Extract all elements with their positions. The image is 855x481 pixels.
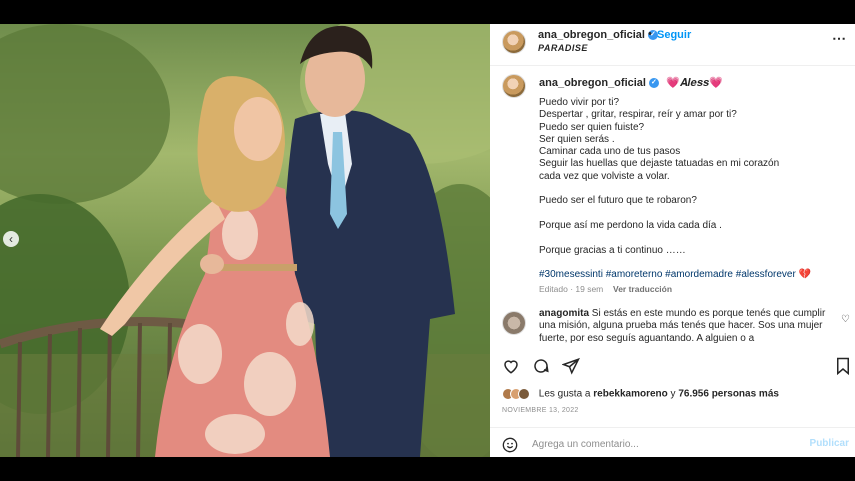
caption-blank — [539, 257, 849, 269]
heart-icon[interactable] — [502, 357, 520, 380]
caption-blank — [539, 232, 849, 244]
likes-count[interactable]: 76.956 personas más — [678, 389, 779, 400]
likes-connector: y — [670, 388, 676, 400]
bookmark-icon[interactable] — [835, 357, 851, 380]
caption-tag: 💗𝑨𝒍𝒆𝒔𝒔💗 — [666, 77, 723, 89]
location-label[interactable]: PARADISE — [538, 43, 588, 53]
commenter-username[interactable]: anagomita — [539, 308, 589, 319]
caption-hashtags[interactable]: #30mesessinti #amoreterno #amordemadre #… — [539, 269, 849, 281]
comment-icon[interactable] — [532, 357, 550, 380]
author-username-text[interactable]: ana_obregon_oficial — [538, 29, 645, 41]
chevron-left-icon: ‹ — [9, 232, 13, 246]
liker-avatar — [518, 388, 530, 400]
caption-header: ana_obregon_oficial ✓ 💗𝑨𝒍𝒆𝒔𝒔💗 — [539, 76, 723, 90]
likes-summary: Les gusta a rebekkamoreno y 76.956 perso… — [502, 388, 779, 400]
post-header: ana_obregon_oficial ✓ • Seguir PARADISE ⋯ — [490, 24, 855, 66]
share-icon[interactable] — [561, 357, 580, 380]
post-frame: ‹ ana_obregon_oficial ✓ • Seguir PARADISE… — [0, 24, 855, 457]
caption-username[interactable]: ana_obregon_oficial — [539, 77, 646, 89]
author-username[interactable]: ana_obregon_oficial ✓ — [538, 29, 658, 41]
caption-line: Ser quien serás . — [539, 133, 615, 145]
more-options-icon[interactable]: ⋯ — [832, 30, 847, 47]
caption-line: Caminar cada uno de tus pasos — [539, 146, 681, 158]
action-bar — [490, 357, 855, 379]
caption-line: Puedo ser quien fuiste? — [539, 121, 645, 133]
caption-line: Seguir las huellas que dejaste tatuadas … — [539, 158, 780, 170]
commenter-avatar[interactable] — [502, 311, 526, 335]
caption-blank — [539, 208, 849, 220]
comment-input[interactable] — [530, 434, 794, 454]
post-side-panel: ana_obregon_oficial ✓ • Seguir PARADISE ⋯… — [490, 24, 855, 457]
separator-dot: • — [648, 28, 652, 40]
caption-line: Porque gracias a ti continuo …… — [539, 244, 686, 256]
caption-line: Porque así me perdono la vida cada día . — [539, 219, 722, 231]
caption-line: Puedo vivir por ti? — [539, 97, 620, 108]
add-comment-bar: Publicar — [490, 427, 855, 458]
follow-button[interactable]: Seguir — [657, 29, 691, 41]
verified-badge-icon: ✓ — [648, 78, 659, 89]
author-avatar[interactable] — [502, 30, 526, 54]
caption-line: Puedo ser el futuro que te robaron? — [539, 195, 697, 207]
comment-item: anagomita Si estás en este mundo es porq… — [539, 308, 839, 345]
caption-line: cada vez que volviste a volar. — [539, 170, 670, 182]
caption-text: Puedo vivir por ti? Despertar , gritar, … — [539, 97, 849, 281]
emoji-icon[interactable] — [502, 437, 518, 456]
caption-blank — [539, 183, 849, 195]
caption-avatar[interactable] — [502, 74, 526, 98]
post-photo[interactable]: ‹ — [0, 24, 490, 457]
comment-like-heart-icon[interactable]: ♡ — [841, 314, 850, 325]
likes-prefix: Les gusta a — [538, 388, 591, 400]
carousel-prev-button[interactable]: ‹ — [3, 231, 19, 247]
liker-username[interactable]: rebekkamoreno — [593, 389, 667, 400]
see-translation-link[interactable]: Ver traducción — [613, 284, 672, 294]
photo-illustration — [0, 24, 490, 457]
post-date[interactable]: NOVIEMBRE 13, 2022 — [502, 407, 579, 414]
caption-line: Despertar , gritar, respirar, reír y ama… — [539, 109, 737, 121]
publish-button[interactable]: Publicar — [810, 438, 849, 449]
caption-edited: Editado · 19 sem — [539, 284, 604, 294]
